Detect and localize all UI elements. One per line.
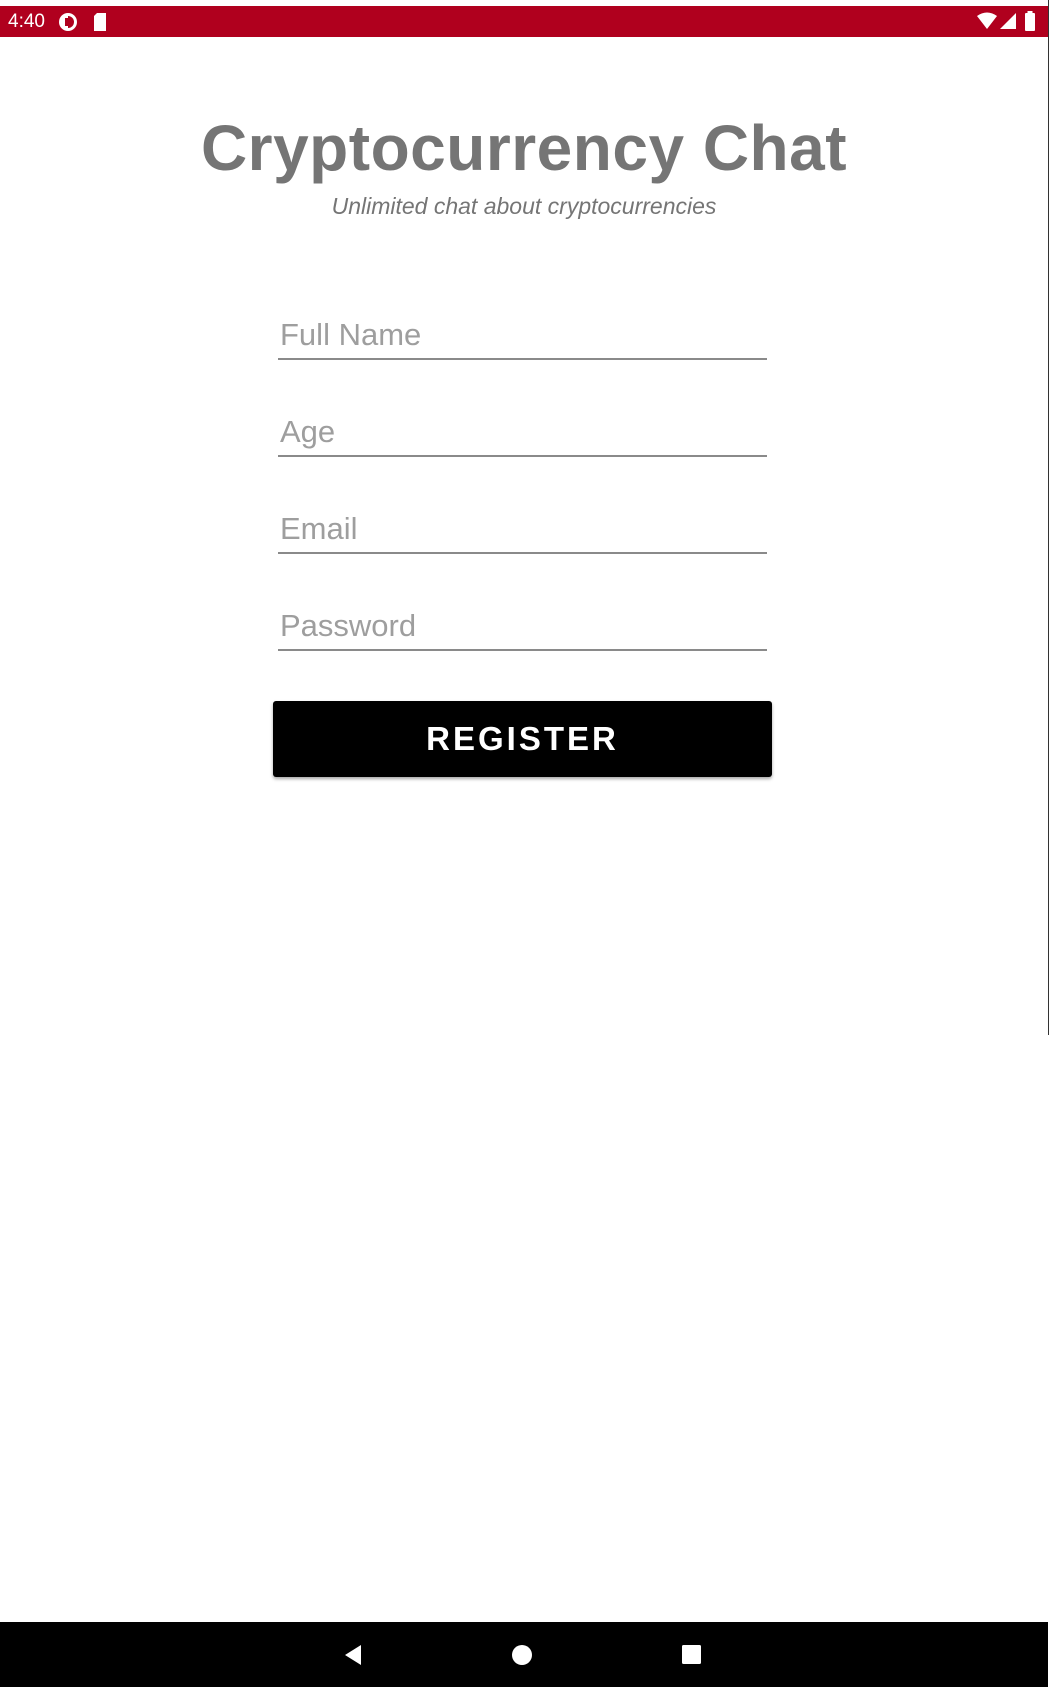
register-button[interactable]: REGISTER bbox=[273, 701, 772, 777]
back-button[interactable] bbox=[321, 1622, 385, 1687]
full-name-field bbox=[278, 312, 767, 364]
status-time: 4:40 bbox=[8, 11, 45, 32]
app-title: Cryptocurrency Chat bbox=[200, 112, 848, 184]
password-input[interactable] bbox=[278, 603, 767, 651]
home-icon bbox=[512, 1644, 532, 1665]
recents-button[interactable] bbox=[659, 1622, 723, 1687]
age-field bbox=[278, 409, 767, 461]
status-bar: 4:40 bbox=[0, 6, 1048, 37]
app-screen: 4:40 Cryptocurrency Chat Unlimited chat … bbox=[0, 0, 1048, 1692]
window-edge-divider bbox=[1048, 0, 1049, 1035]
battery-icon bbox=[1024, 11, 1036, 36]
cellular-signal-icon bbox=[999, 12, 1017, 35]
full-name-input[interactable] bbox=[278, 312, 767, 360]
data-saver-icon bbox=[58, 12, 78, 37]
recents-icon bbox=[681, 1645, 701, 1664]
password-field bbox=[278, 603, 767, 655]
email-field bbox=[278, 506, 767, 558]
navigation-bar bbox=[0, 1622, 1048, 1687]
home-button[interactable] bbox=[490, 1622, 554, 1687]
back-icon bbox=[345, 1644, 361, 1665]
email-input[interactable] bbox=[278, 506, 767, 554]
age-input[interactable] bbox=[278, 409, 767, 457]
wifi-icon bbox=[976, 12, 998, 35]
app-subtitle: Unlimited chat about cryptocurrencies bbox=[331, 193, 717, 219]
sd-card-icon bbox=[92, 12, 108, 37]
